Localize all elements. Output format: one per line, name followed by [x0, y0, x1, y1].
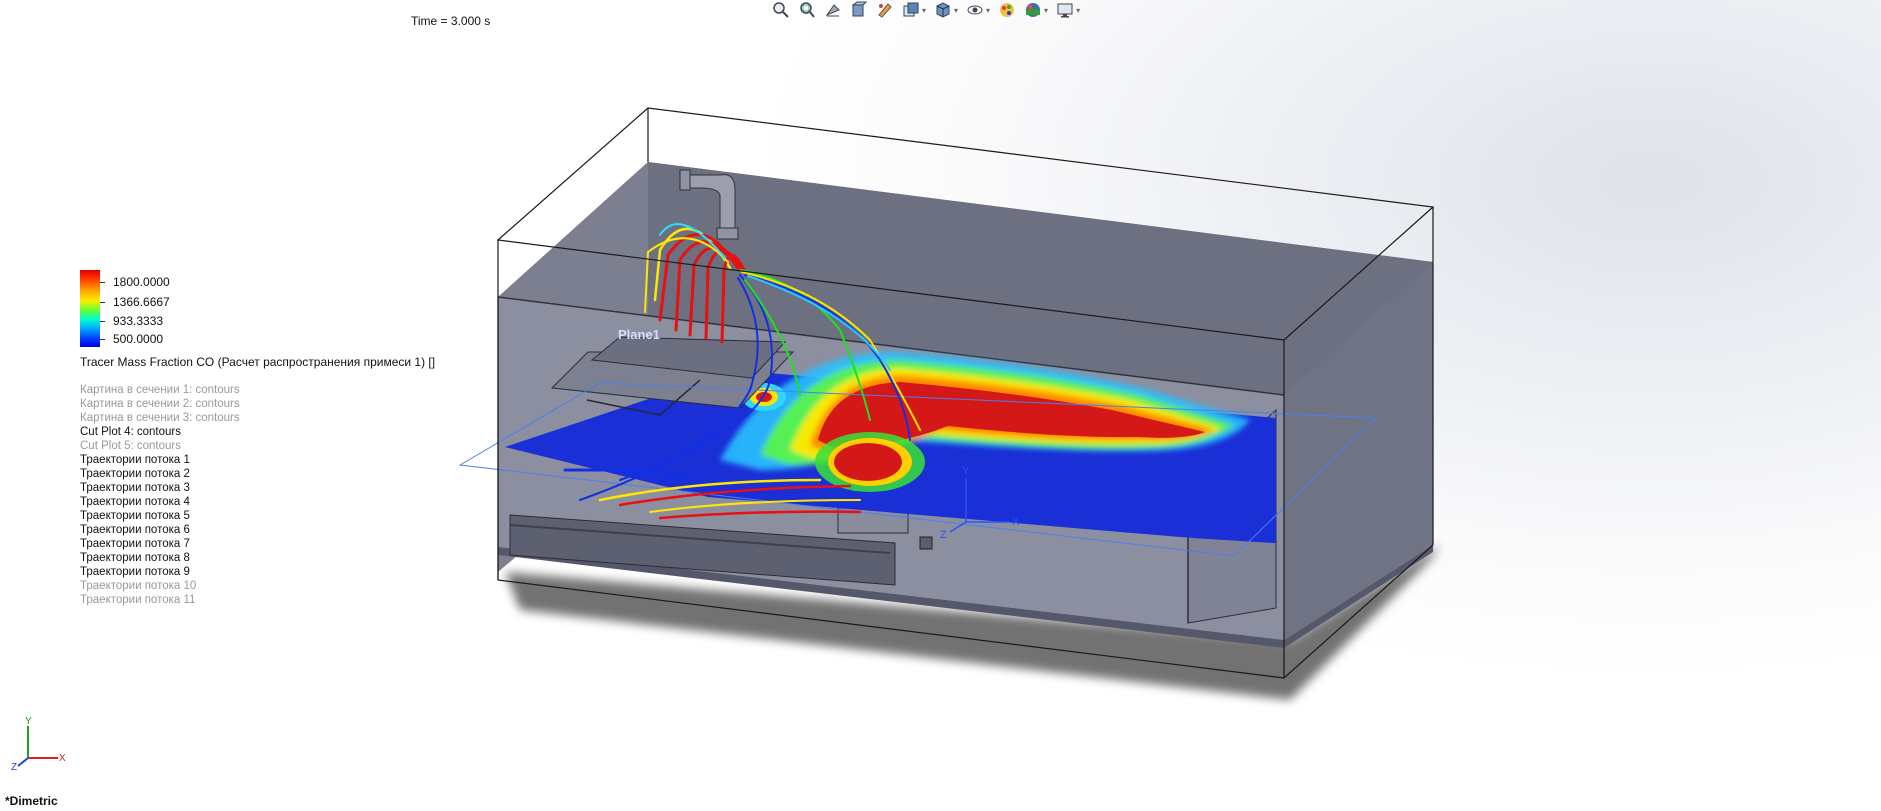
legend-value-3: 933.3333	[113, 314, 164, 328]
legend-title: Tracer Mass Fraction CO (Расчет распрост…	[80, 355, 436, 369]
feature-item[interactable]: Траектории потока 11	[80, 593, 240, 607]
plane-label: Plane1	[618, 327, 660, 342]
feature-item[interactable]: Картина в сечении 1: contours	[80, 383, 240, 397]
feature-item[interactable]: Траектории потока 7	[80, 537, 240, 551]
triad-z-label: Z	[11, 762, 17, 772]
feature-item[interactable]: Картина в сечении 2: contours	[80, 397, 240, 411]
feature-item[interactable]: Картина в сечении 3: contours	[80, 411, 240, 425]
legend-min: 500.0000	[113, 332, 164, 346]
scene-axis-x: X	[1012, 516, 1020, 528]
triad-x-label: X	[59, 753, 66, 764]
model-viewport[interactable]: Plane1 X Y Z	[0, 0, 1881, 811]
pipe-flange	[679, 169, 691, 191]
legend-max: 1800.0000	[113, 275, 170, 289]
legend-tick	[100, 282, 105, 283]
feature-item[interactable]: Траектории потока 3	[80, 481, 240, 495]
feature-item[interactable]: Траектории потока 1	[80, 453, 240, 467]
small-port	[919, 536, 933, 550]
feature-item[interactable]: Траектории потока 6	[80, 523, 240, 537]
orientation-triad: Y X Z	[11, 716, 66, 772]
scene-axis-z: Z	[940, 529, 947, 541]
feature-item[interactable]: Траектории потока 4	[80, 495, 240, 509]
triad-z-axis	[17, 757, 29, 767]
legend-value-2: 1366.6667	[113, 295, 170, 309]
legend-tick	[100, 339, 105, 340]
legend-tick	[100, 302, 105, 303]
exhaust-pipe	[716, 227, 739, 240]
feature-item[interactable]: Траектории потока 8	[80, 551, 240, 565]
scene-axis-y: Y	[962, 465, 970, 477]
legend-tick	[100, 321, 105, 322]
feature-item[interactable]: Траектории потока 2	[80, 467, 240, 481]
feature-item[interactable]: Cut Plot 5: contours	[80, 439, 240, 453]
feature-item[interactable]: Траектории потока 5	[80, 509, 240, 523]
color-bar	[80, 270, 100, 347]
feature-item[interactable]: Траектории потока 9	[80, 565, 240, 579]
view-orientation-name: *Dimetric	[5, 794, 58, 808]
feature-item[interactable]: Cut Plot 4: contours	[80, 425, 240, 439]
results-features-list: Картина в сечении 1: contours Картина в с…	[80, 383, 240, 607]
feature-item[interactable]: Траектории потока 10	[80, 579, 240, 593]
triad-y-label: Y	[25, 716, 32, 727]
